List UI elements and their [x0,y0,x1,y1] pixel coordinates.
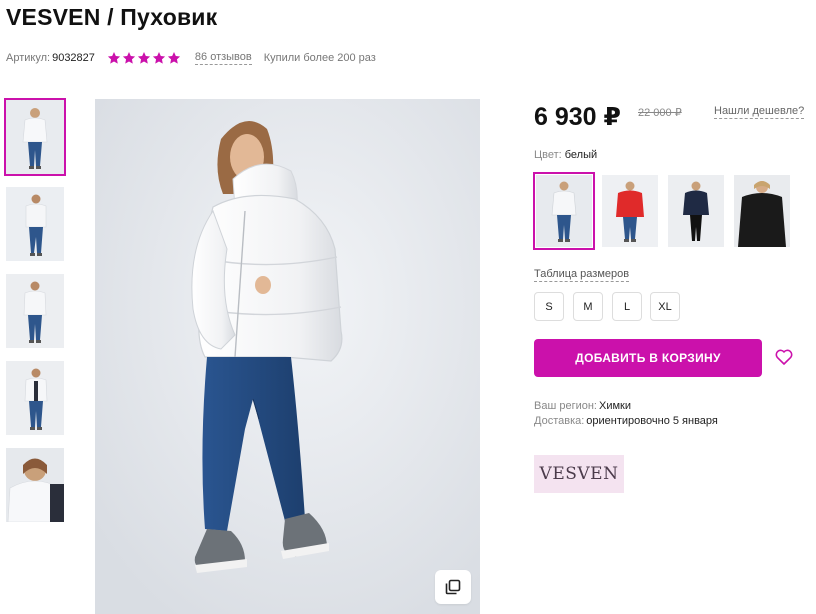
star-icon [167,52,180,64]
star-icon [107,52,120,64]
rating-stars [107,51,181,65]
color-value: белый [564,149,598,161]
heart-icon [775,349,793,365]
swatch-image [602,175,658,247]
main-product-image[interactable] [95,99,480,614]
size-option-xl[interactable]: XL [650,292,680,321]
region-value[interactable]: Химки [599,400,631,412]
product-photo [95,99,480,614]
thumbnail-image [6,187,64,261]
delivery-line: Доставка: ориентировочно 5 января [534,414,718,429]
color-line: Цвет: белый [534,149,597,161]
brand-logo[interactable]: VESVEN [534,455,624,493]
add-to-cart-button[interactable]: ДОБАВИТЬ В КОРЗИНУ [534,339,762,377]
current-price: 6 930 ₽ [534,103,621,131]
thumbnail-3[interactable] [6,274,64,348]
old-price: 22 000 ₽ [638,107,682,119]
reviews-link[interactable]: 86 отзывов [194,51,252,65]
sku-value: 9032827 [52,52,95,64]
delivery-label: Доставка: [534,415,585,427]
swatch-image [668,175,724,247]
region-line: Ваш регион: Химки [534,399,631,414]
expand-image-button[interactable] [435,570,471,604]
thumbnail-5[interactable] [6,448,64,522]
star-icon [137,52,150,64]
expand-icon [445,579,461,595]
found-cheaper-link[interactable]: Нашли дешевле? [714,105,805,119]
product-title: VESVEN / Пуховик [6,4,218,30]
size-option-l[interactable]: L [612,292,642,321]
bought-count: Купили более 200 раз [263,52,376,64]
thumbnail-image [6,448,64,522]
star-icon [152,52,165,64]
sku-label: Артикул: [6,52,51,64]
region-label: Ваш регион: [534,400,597,412]
thumbnail-1[interactable] [4,98,66,176]
size-option-s[interactable]: S [534,292,564,321]
star-icon [122,52,135,64]
size-table-link[interactable]: Таблица размеров [534,268,630,282]
delivery-value: ориентировочно 5 января [586,415,718,427]
product-meta: Артикул: 9032827 86 отзывов Купили более… [6,50,376,66]
add-to-favorites-button[interactable] [774,347,794,367]
thumbnail-image [6,100,64,174]
color-swatch-white[interactable] [533,172,595,250]
thumbnail-image [6,361,64,435]
thumbnail-4[interactable] [6,361,64,435]
color-swatch-red[interactable] [602,175,658,247]
swatch-image [536,175,592,247]
color-label: Цвет: [534,149,562,161]
thumbnail-image [6,274,64,348]
thumbnail-2[interactable] [6,187,64,261]
size-option-m[interactable]: M [573,292,603,321]
color-swatch-navy[interactable] [668,175,724,247]
swatch-image [734,175,790,247]
color-swatch-black[interactable] [734,175,790,247]
